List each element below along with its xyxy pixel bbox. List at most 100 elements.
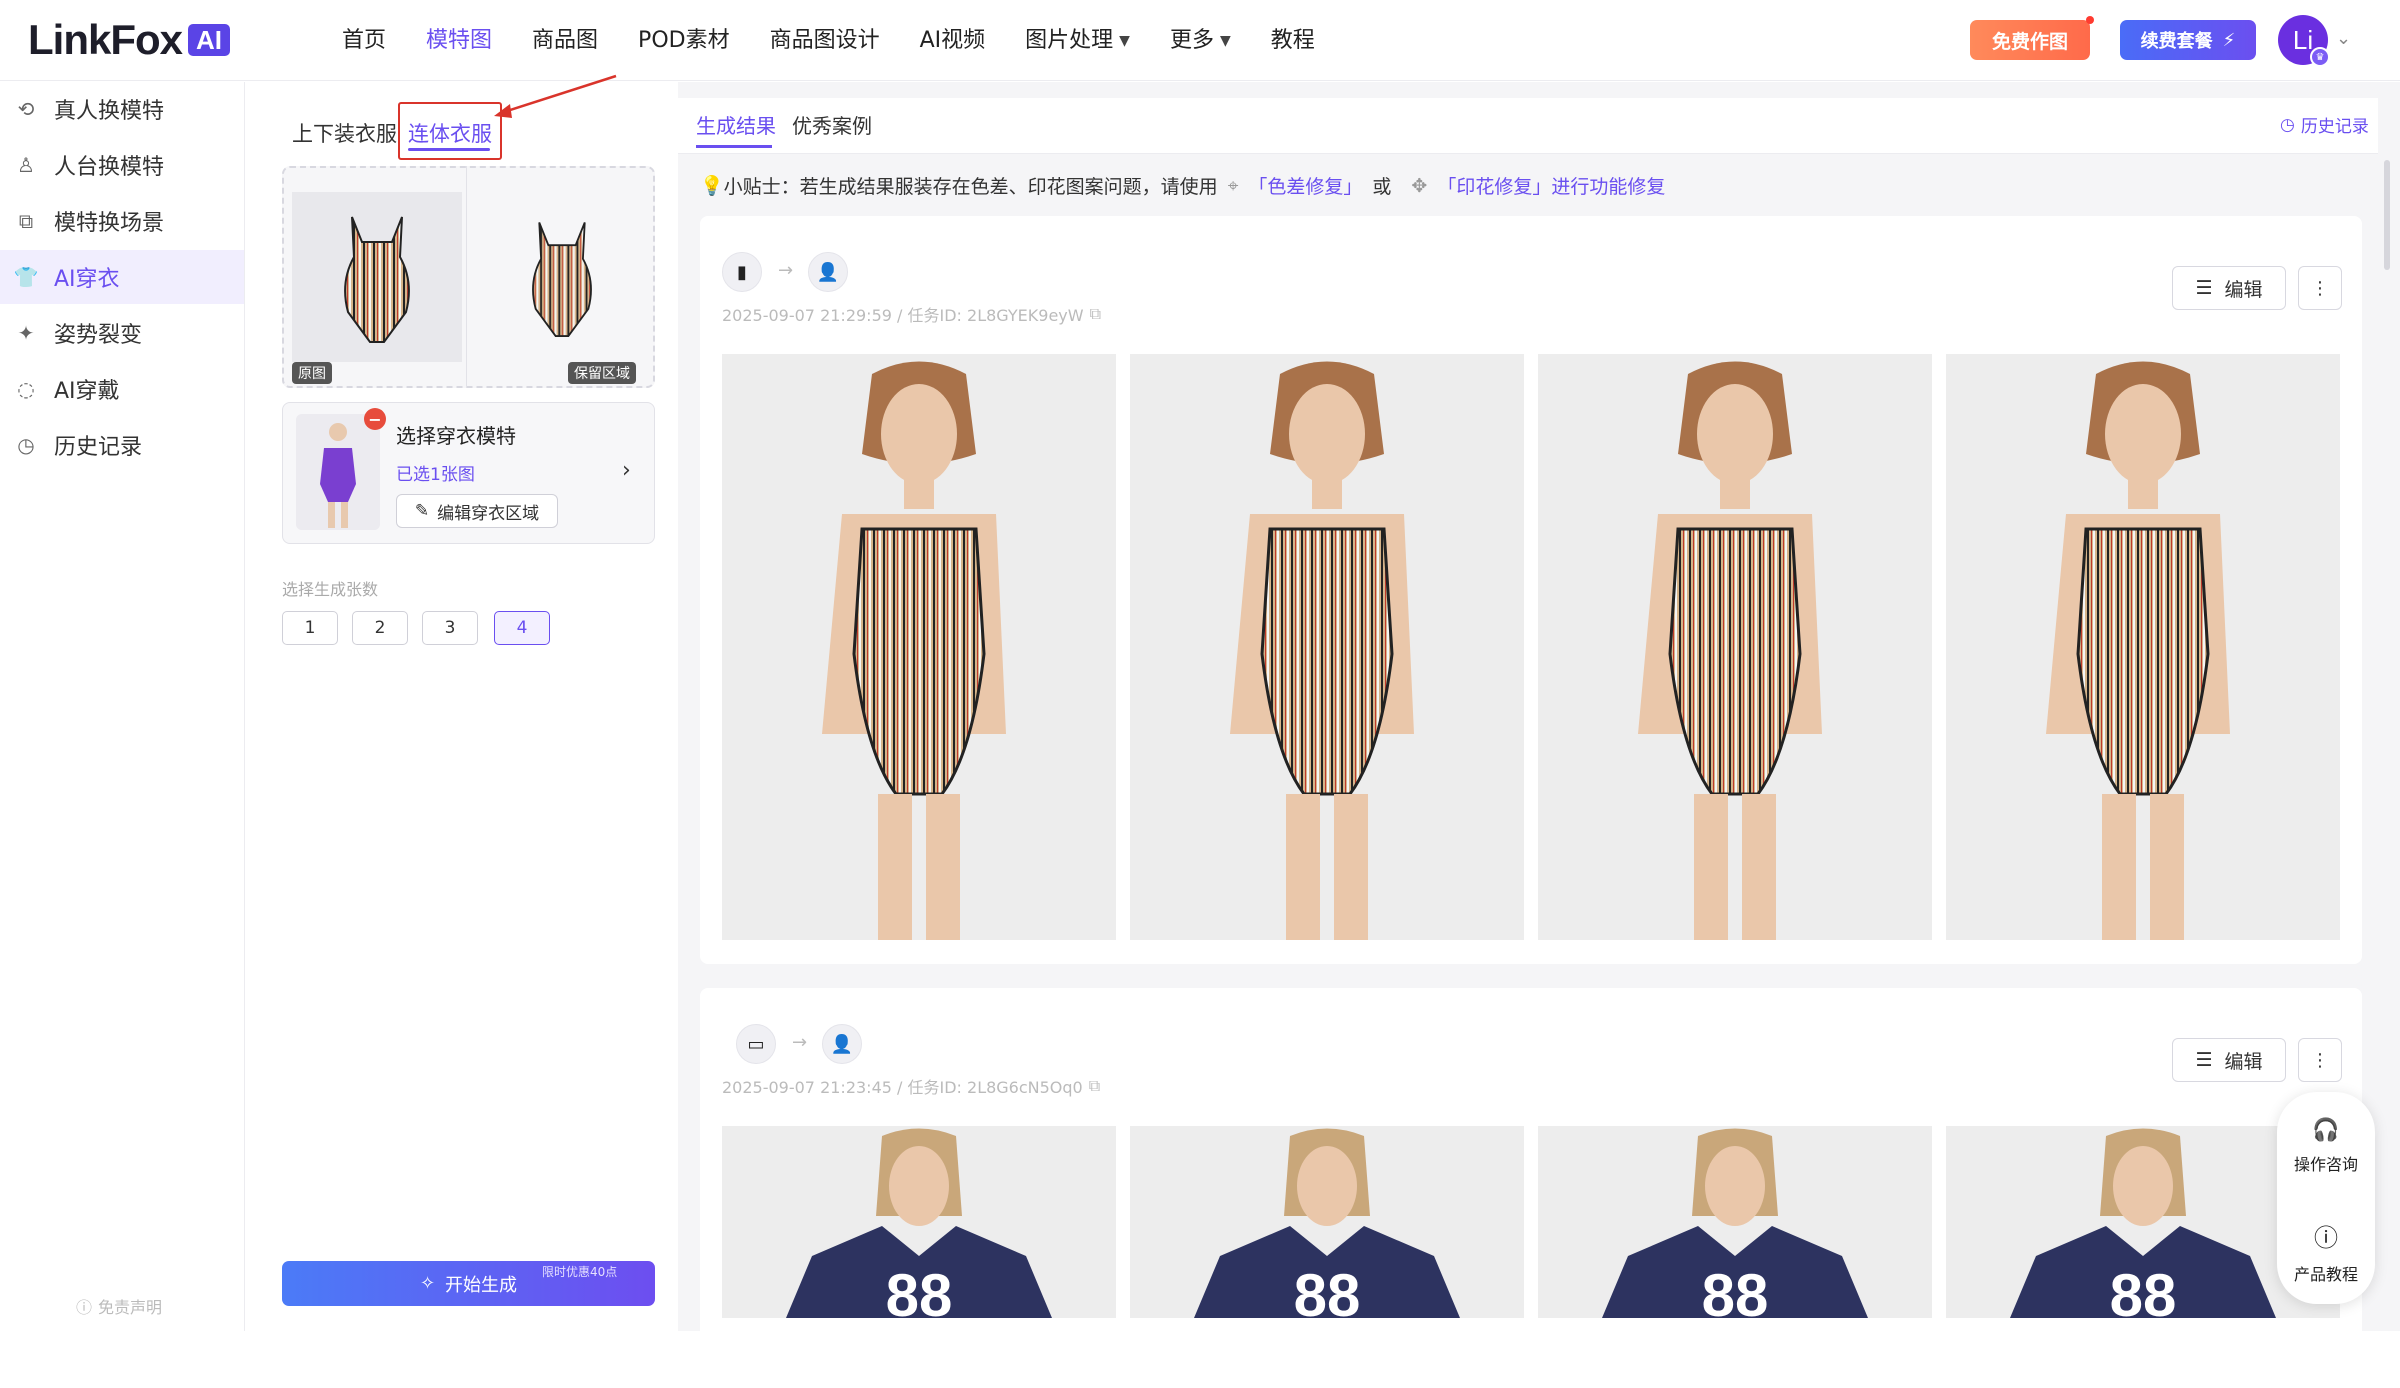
sidebar-item-real-model-swap[interactable]: ⟲ 真人换模特 [0,82,244,136]
selected-model-thumbnail[interactable] [296,414,380,530]
arrow-right-icon: → [792,1032,808,1053]
tab-examples[interactable]: 优秀案例 [792,110,872,139]
copy-icon[interactable]: ⧉ [1090,304,1101,324]
more-vertical-icon: ⋮ [2311,1049,2329,1071]
result-image[interactable]: 88 [722,1126,1116,1318]
renew-plan-button[interactable]: 续费套餐 ⚡ [2120,20,2256,60]
generate-count-label: 选择生成张数 [282,580,379,599]
linkfox-logo[interactable]: LinkFox AI [28,16,231,63]
nav-item-tutorial[interactable]: 教程 [1251,22,1335,60]
copy-icon[interactable]: ⧉ [1089,1076,1100,1096]
accessory-icon: ◌ [17,377,35,401]
tutorial-button[interactable]: ⓘ 产品教程 [2277,1218,2375,1285]
print-fix-icon: ✥ [1411,174,1428,197]
count-option-3[interactable]: 3 [422,611,478,645]
nav-item-ai-video[interactable]: AI视频 [900,22,1006,60]
result-image[interactable] [1538,354,1932,940]
history-link[interactable]: ◷ 历史记录 [2280,112,2369,138]
chevron-right-icon[interactable]: › [622,458,631,483]
chevron-down-icon: ▼ [1219,33,1231,49]
result-meta: 2025-09-07 21:29:59 / 任务ID: 2L8GYEK9eyW ⧉ [722,304,1102,325]
sidebar-item-scene-swap[interactable]: ⧉ 模特换场景 [0,194,244,248]
history-icon: ◷ [17,433,35,457]
nav-item-more[interactable]: 更多 ▼ [1150,22,1251,60]
tab-results[interactable]: 生成结果 [696,110,776,139]
sidebar-item-history[interactable]: ◷ 历史记录 [0,418,244,472]
info-icon: ⓘ [76,1298,93,1317]
nav-item-pod-assets[interactable]: POD素材 [618,22,750,60]
tip-bar: 💡 小贴士：若生成结果服装存在色差、印花图案问题，请使用 ⌖ 「色差修复」 或 … [700,172,1665,199]
print-fix-link[interactable]: 「印花修复」进行功能修复 [1437,172,1665,199]
result-image[interactable] [1946,354,2340,940]
nav-item-image-processing[interactable]: 图片处理 ▼ [1005,22,1150,60]
floating-help-panel: 🎧 操作咨询 ⓘ 产品教程 [2277,1092,2375,1304]
notification-dot [2086,16,2094,24]
sidebar-item-ai-wearing[interactable]: ◌ AI穿戴 [0,362,244,416]
tab-top-bottom-clothing[interactable]: 上下装衣服 [292,118,397,148]
mannequin-icon: ♙ [17,153,35,177]
garment-divider [466,166,467,388]
person-swap-icon: ⟲ [17,97,35,121]
pencil-icon: ✎ [414,501,430,521]
chevron-down-icon[interactable]: ⌄ [2336,28,2351,49]
nav-item-home[interactable]: 首页 [322,22,406,60]
renew-plan-label: 续费套餐 [2140,31,2213,52]
svg-text:88: 88 [1702,1262,1769,1318]
result-image[interactable] [722,354,1116,940]
edit-dressing-area-button[interactable]: ✎ 编辑穿衣区域 [396,494,558,528]
garment-original-image[interactable] [292,192,462,362]
input-model-thumb[interactable]: 👤 [822,1024,862,1064]
color-fix-link[interactable]: 「色差修复」 [1248,172,1362,199]
result-image[interactable] [1130,354,1524,940]
vip-crown-icon: ♛ [2310,47,2330,67]
annotation-arrow [494,74,617,118]
promo-badge: 限时优惠40点 [542,1265,618,1279]
result-image[interactable]: 88 [1130,1126,1524,1318]
scene-icon: ⧉ [18,209,34,233]
input-model-thumb[interactable]: 👤 [808,252,848,292]
free-draw-button[interactable]: 免费作图 [1970,16,2094,60]
user-avatar[interactable]: Li ♛ [2278,15,2330,67]
input-garment-thumb[interactable]: ▭ [736,1024,776,1064]
annotation-highlight-box [398,102,502,160]
free-draw-label: 免费作图 [1991,30,2068,53]
result-image[interactable]: 88 [1538,1126,1932,1318]
headset-icon: 🎧 [2312,1118,2340,1143]
lightbulb-icon: 💡 [700,175,724,197]
nav-item-product-design[interactable]: 商品图设计 [750,22,900,60]
consult-button[interactable]: 🎧 操作咨询 [2277,1118,2375,1175]
sidebar-item-pose-variation[interactable]: ✦ 姿势裂变 [0,306,244,360]
lightning-icon: ⚡ [2222,29,2236,51]
count-option-2[interactable]: 2 [352,611,408,645]
arrow-right-icon: → [778,260,794,281]
more-options-button[interactable]: ⋮ [2298,1038,2342,1082]
scrollbar-thumb[interactable] [2384,160,2390,270]
swimsuit-keep-thumbnail [532,222,592,337]
sliders-icon: ☰ [2195,1049,2213,1071]
remove-model-button[interactable]: − [364,408,386,430]
edit-result-button[interactable]: ☰ 编辑 [2172,1038,2286,1082]
pose-icon: ✦ [17,321,35,345]
active-tab-indicator [696,145,772,148]
more-options-button[interactable]: ⋮ [2298,266,2342,310]
garment-keep-area-image[interactable] [486,192,638,362]
svg-text:88: 88 [2110,1262,2177,1318]
edit-result-button[interactable]: ☰ 编辑 [2172,266,2286,310]
sidebar-item-mannequin-swap[interactable]: ♙ 人台换模特 [0,138,244,192]
nav-item-product-image[interactable]: 商品图 [512,22,618,60]
more-vertical-icon: ⋮ [2311,277,2329,299]
color-fix-icon: ⌖ [1227,174,1239,197]
nav-item-model-image[interactable]: 模特图 [406,22,512,60]
input-garment-thumb[interactable]: ▮ [722,252,762,292]
count-option-1[interactable]: 1 [282,611,338,645]
result-meta: 2025-09-07 21:23:45 / 任务ID: 2L8G6cN5Oq0 ⧉ [722,1076,1101,1097]
chevron-down-icon: ▼ [1119,33,1130,49]
count-option-4[interactable]: 4 [494,611,550,645]
disclaimer-link[interactable]: ⓘ 免责声明 [76,1294,162,1318]
svg-text:88: 88 [1294,1262,1361,1318]
history-icon: ◷ [2280,114,2295,135]
question-icon: ⓘ [2314,1224,2338,1252]
model-card-title: 选择穿衣模特 [396,424,516,448]
sidebar-item-ai-dressing[interactable]: 👕 AI穿衣 [0,250,244,304]
logo-text: LinkFox [28,16,183,63]
